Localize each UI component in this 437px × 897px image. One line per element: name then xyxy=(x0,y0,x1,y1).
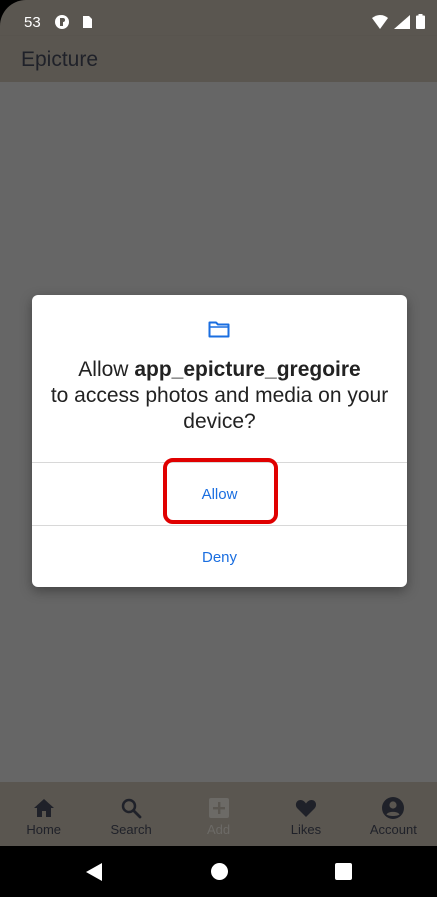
home-icon xyxy=(33,799,54,817)
status-bar: 53 xyxy=(0,0,437,36)
deny-button[interactable]: Deny xyxy=(32,526,407,588)
app-bar: Epicture xyxy=(0,36,437,82)
account-circle-icon xyxy=(382,797,405,819)
app-name: app_epicture_gregoire xyxy=(134,358,361,381)
home-circle-icon[interactable] xyxy=(210,862,229,881)
app-title: Epicture xyxy=(21,48,99,71)
folder-icon xyxy=(208,321,230,338)
message-suffix: to access photos and media on your devic… xyxy=(50,384,389,433)
nav-label: Home xyxy=(26,822,62,837)
add-box-icon xyxy=(208,798,229,818)
phone-screen: 53 Epicture Allow app_epicture_gregoire … xyxy=(0,0,437,897)
allow-highlight-box xyxy=(163,458,278,524)
permission-message: Allow app_epicture_gregoire to access ph… xyxy=(50,357,389,435)
info-icon xyxy=(55,15,69,29)
bottom-navigation: Home Search Add Likes Account xyxy=(0,782,437,846)
nav-label: Account xyxy=(369,822,417,837)
nav-label: Search xyxy=(110,822,152,837)
signal-icon xyxy=(394,14,410,29)
search-icon xyxy=(121,798,142,819)
recents-icon[interactable] xyxy=(335,863,352,880)
permission-dialog: Allow app_epicture_gregoire to access ph… xyxy=(32,295,407,587)
battery-icon xyxy=(416,14,425,29)
nav-item-account[interactable]: Account xyxy=(350,782,437,846)
nav-label: Add xyxy=(206,822,231,837)
nav-item-add[interactable]: Add xyxy=(175,782,262,846)
nav-label: Likes xyxy=(290,822,322,837)
heart-icon xyxy=(295,800,316,817)
status-time: 53 xyxy=(24,14,41,31)
nav-item-search[interactable]: Search xyxy=(87,782,174,846)
message-prefix: Allow xyxy=(78,358,135,381)
nav-item-likes[interactable]: Likes xyxy=(262,782,349,846)
back-icon[interactable] xyxy=(85,862,103,882)
status-right-icons xyxy=(372,14,425,29)
wifi-icon xyxy=(372,14,388,29)
sim-card-icon xyxy=(83,16,92,28)
nav-item-home[interactable]: Home xyxy=(0,782,87,846)
system-navigation-bar xyxy=(0,846,437,897)
